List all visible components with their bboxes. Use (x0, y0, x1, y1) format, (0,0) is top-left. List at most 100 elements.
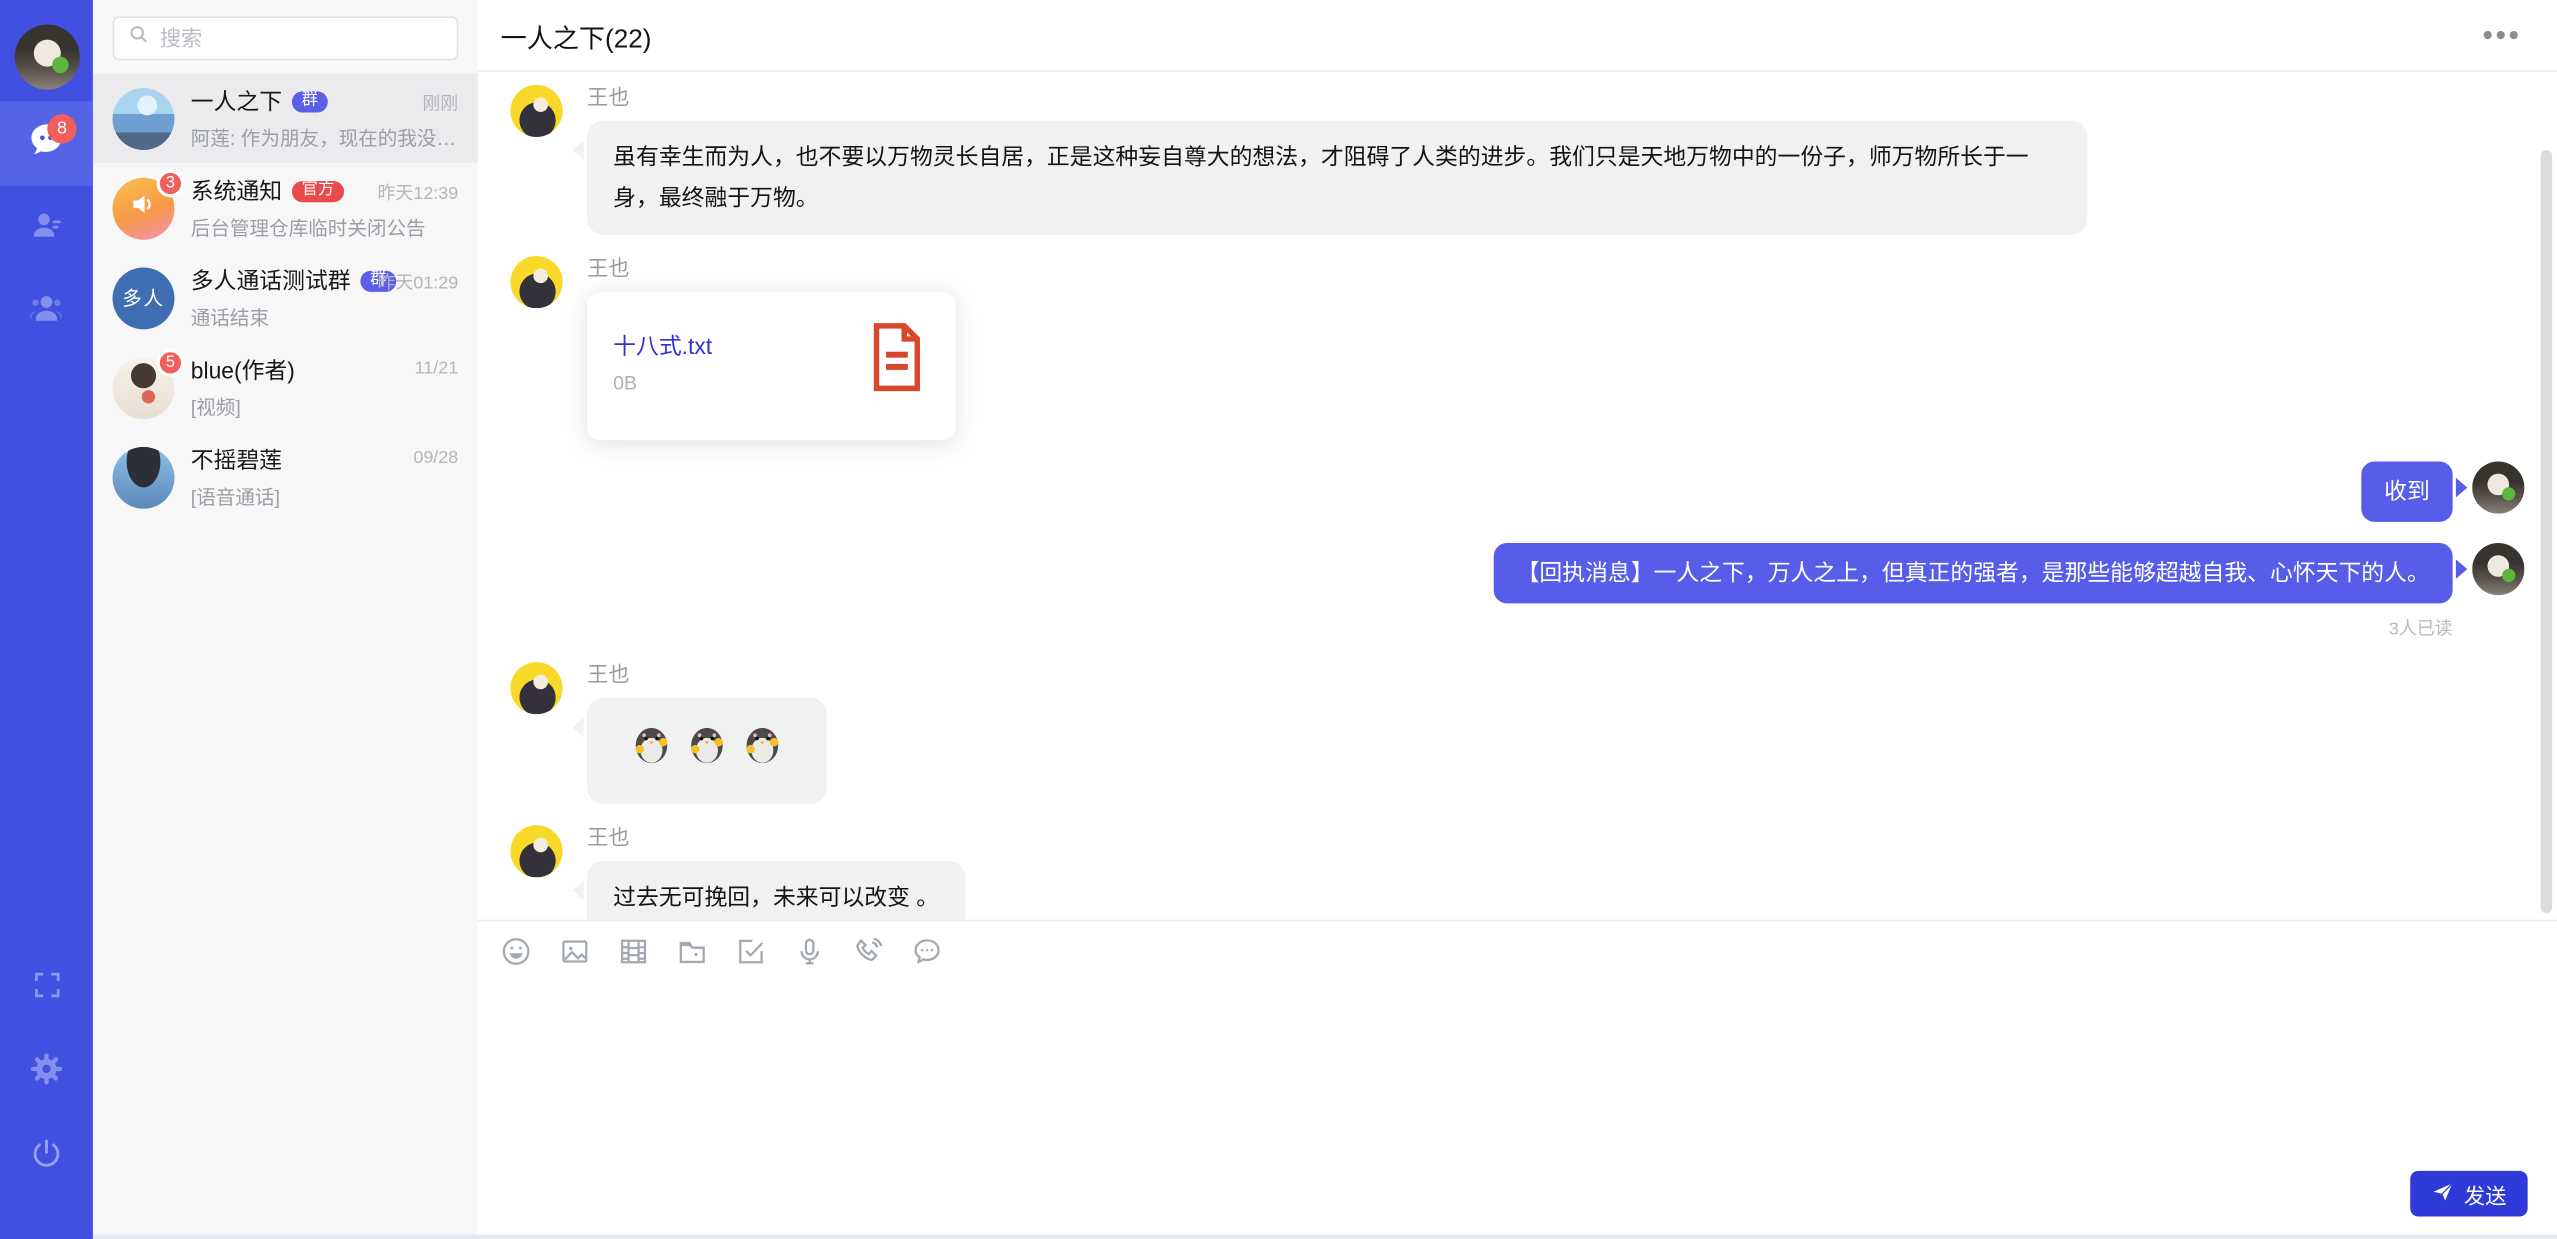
conversation-info: 一人之下 群 阿莲: 作为朋友，现在的我没法... (191, 85, 458, 152)
message-row: 王也 虽有幸生而为人，也不要以万物灵长自居，正是这种妄自尊大的想法，才阻碍了人类… (510, 85, 2524, 235)
current-user-avatar[interactable] (14, 24, 79, 89)
conversation-item-blue-author[interactable]: 5 blue(作者) [视频] 11/21 (93, 342, 478, 432)
search-icon (127, 23, 150, 54)
sender-name: 王也 (587, 664, 827, 685)
conversation-preview: 后台管理仓库临时关闭公告 (191, 214, 458, 242)
conversation-preview: 阿莲: 作为朋友，现在的我没法... (191, 124, 458, 152)
message-bubble[interactable]: 虽有幸生而为人，也不要以万物灵长自居，正是这种妄自尊大的想法，才阻碍了人类的进步… (587, 121, 2087, 235)
penguin-sticker-icon (629, 722, 673, 779)
conversation-preview: [语音通话] (191, 483, 458, 511)
conversation-time: 昨天12:39 (377, 179, 458, 205)
message-composer: 发送 (478, 920, 2557, 1239)
sender-name: 王也 (587, 86, 2087, 107)
sender-avatar[interactable] (510, 662, 562, 714)
contact-person-icon (27, 205, 66, 252)
paper-plane-icon (2431, 1180, 2454, 1208)
conversation-name: 系统通知 (191, 174, 282, 207)
app-scale-wrapper: 8 (0, 0, 2557, 1239)
search-box[interactable] (113, 16, 459, 60)
group-tag-badge: 群 (292, 91, 328, 112)
message-row: 王也 过去无可挽回，未来可以改变 。 (510, 825, 2524, 920)
sticker-bubble[interactable] (587, 698, 827, 804)
conversation-time: 昨天01:29 (377, 269, 458, 295)
nav-contacts-button[interactable] (0, 186, 93, 271)
nav-chats-button[interactable]: 8 (0, 101, 93, 186)
conversation-item-multi-call-group[interactable]: 多人 多人通话测试群 群 通话结束 昨天01:29 (93, 253, 478, 343)
voice-message-button[interactable] (791, 933, 827, 969)
document-file-icon (864, 321, 929, 401)
conversation-list-panel: 一人之下 群 阿莲: 作为朋友，现在的我没法... 刚刚 3 系统通知 官方 后… (93, 0, 478, 1239)
phone-call-button[interactable] (850, 933, 886, 969)
conversation-avatar: 多人 (113, 267, 175, 329)
message-row-outgoing: 收到 (510, 461, 2524, 521)
conversation-item-system-notice[interactable]: 3 系统通知 官方 后台管理仓库临时关闭公告 昨天12:39 (93, 163, 478, 253)
conversation-avatar (113, 87, 175, 149)
message-bubble[interactable]: 【回执消息】一人之下，万人之上，但真正的强者，是那些能够超越自我、心怀天下的人。 (1494, 543, 2453, 603)
conversation-preview: [视频] (191, 393, 458, 421)
fullscreen-icon (30, 968, 63, 1009)
sender-avatar[interactable] (510, 256, 562, 308)
conversation-time: 刚刚 (422, 90, 458, 116)
file-upload-button[interactable] (673, 933, 709, 969)
chat-history-button[interactable] (908, 933, 944, 969)
settings-button[interactable] (0, 1031, 93, 1116)
nav-groups-button[interactable] (0, 271, 93, 356)
conversation-avatar (113, 446, 175, 508)
self-avatar[interactable] (2472, 461, 2524, 513)
screenshot-select-button[interactable] (732, 933, 768, 969)
message-bubble[interactable]: 收到 (2361, 461, 2452, 521)
file-name-link[interactable]: 十八式.txt (613, 329, 712, 362)
conversation-preview: 通话结束 (191, 303, 458, 331)
penguin-sticker-icon (740, 722, 784, 779)
send-button[interactable]: 发送 (2410, 1171, 2527, 1217)
message-scrollbar[interactable] (2541, 150, 2552, 913)
avatar-label: 多人 (122, 284, 164, 312)
message-input-area[interactable] (478, 975, 2557, 1239)
sender-name: 王也 (587, 827, 965, 848)
conversation-name: 一人之下 (191, 85, 282, 118)
sender-avatar[interactable] (510, 85, 562, 137)
power-button[interactable] (0, 1115, 93, 1200)
power-icon (29, 1137, 63, 1179)
chat-main-area: 一人之下(22) 王也 虽有幸生而为人，也不要以万物灵长自居，正是这种妄自尊大的… (478, 0, 2557, 1239)
left-nav-rail: 8 (0, 0, 93, 1239)
chat-title: 一人之下(22) (501, 15, 652, 54)
message-bubble[interactable]: 过去无可挽回，未来可以改变 。 (587, 861, 965, 920)
video-upload-button[interactable] (615, 933, 651, 969)
message-row: 王也 (510, 662, 2524, 804)
conversation-time: 09/28 (413, 448, 458, 468)
unread-count-badge: 3 (157, 169, 185, 197)
conversation-avatar: 3 (113, 177, 175, 239)
conversation-time: 11/21 (415, 359, 459, 379)
read-receipt: 3人已读 (2389, 615, 2453, 641)
self-avatar[interactable] (2472, 543, 2524, 595)
fullscreen-button[interactable] (0, 946, 93, 1031)
conversation-avatar: 5 (113, 356, 175, 418)
gear-icon (28, 1050, 66, 1096)
conversation-name: 多人通话测试群 (191, 264, 351, 297)
message-list[interactable]: 王也 虽有幸生而为人，也不要以万物灵长自居，正是这种妄自尊大的想法，才阻碍了人类… (478, 72, 2557, 920)
image-upload-button[interactable] (556, 933, 592, 969)
speaker-icon (127, 188, 160, 229)
unread-total-badge: 8 (47, 114, 76, 143)
conversation-item-yirenzhixia[interactable]: 一人之下 群 阿莲: 作为朋友，现在的我没法... 刚刚 (93, 73, 478, 163)
chat-app-window: 8 (0, 0, 2557, 1239)
message-row-outgoing: 【回执消息】一人之下，万人之上，但真正的强者，是那些能够超越自我、心怀天下的人。… (510, 543, 2524, 641)
search-input[interactable] (160, 26, 444, 50)
sender-name: 王也 (587, 258, 956, 279)
composer-toolbar (478, 921, 2557, 975)
emoji-picker-button[interactable] (497, 933, 533, 969)
penguin-sticker-icon (685, 722, 729, 779)
chat-header: 一人之下(22) (478, 0, 2557, 72)
file-attachment-card[interactable]: 十八式.txt 0B (587, 292, 956, 440)
sender-avatar[interactable] (510, 825, 562, 877)
conversation-name: blue(作者) (191, 354, 295, 387)
file-size: 0B (613, 371, 712, 394)
official-tag-badge: 官方 (292, 180, 344, 201)
conversation-item-buyaobilian[interactable]: 不摇碧莲 [语音通话] 09/28 (93, 432, 478, 522)
more-menu-button[interactable] (2480, 21, 2521, 49)
conversation-name: 不摇碧莲 (191, 444, 282, 477)
unread-count-badge: 5 (157, 348, 185, 376)
send-button-label: 发送 (2464, 1178, 2506, 1209)
group-people-icon (26, 289, 67, 338)
